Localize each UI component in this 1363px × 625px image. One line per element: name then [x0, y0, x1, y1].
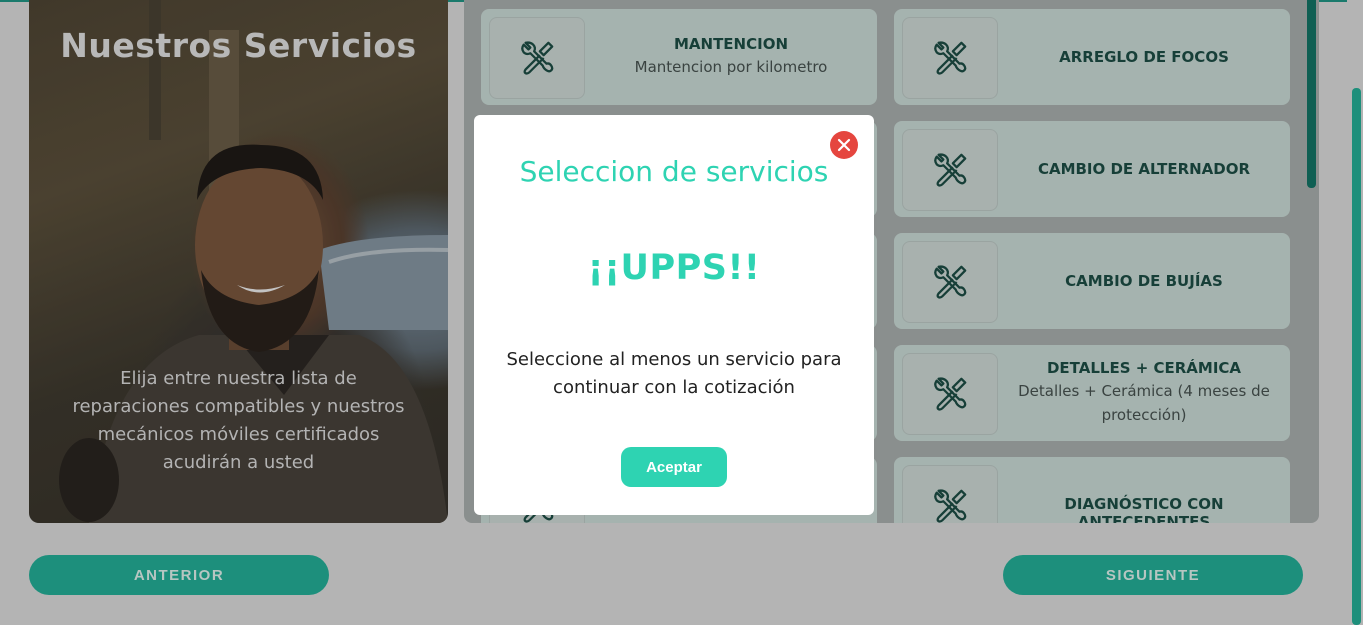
previous-button[interactable]: ANTERIOR — [29, 555, 329, 595]
service-icon-box — [902, 17, 998, 99]
service-name: MANTENCION — [673, 35, 789, 53]
accept-button[interactable]: Aceptar — [621, 447, 727, 487]
wrench-screwdriver-icon — [934, 41, 967, 75]
service-description: Mantencion por kilometro — [634, 58, 828, 76]
service-text: CAMBIO DE ALTERNADOR — [998, 121, 1290, 217]
service-text: CAMBIO DE BUJÍAS — [998, 233, 1290, 329]
service-text: MANTENCION Mantencion por kilometro — [585, 9, 877, 105]
service-text: ARREGLO DE FOCOS — [998, 9, 1290, 105]
wrench-screwdriver-icon — [521, 41, 554, 75]
service-selection-modal: Seleccion de servicios ¡¡UPPS!! Seleccio… — [474, 115, 874, 515]
hero-panel: Nuestros Servicios Elija entre nuestra l… — [29, 0, 448, 523]
service-card-diagnostico[interactable]: DIAGNÓSTICO CON ANTECEDENTES — [894, 457, 1290, 523]
modal-oops-heading: ¡¡UPPS!! — [587, 248, 761, 288]
service-name: ARREGLO DE FOCOS — [1059, 48, 1229, 66]
page-scrollbar-thumb[interactable] — [1352, 88, 1361, 625]
modal-title: Seleccion de servicios — [519, 155, 829, 188]
wrench-screwdriver-icon — [934, 489, 967, 523]
modal-message: Seleccione al menos un servicio para con… — [506, 349, 842, 398]
service-card-cambio-de-bujias[interactable]: CAMBIO DE BUJÍAS — [894, 233, 1290, 329]
wrench-screwdriver-icon — [934, 377, 967, 411]
service-card-mantencion[interactable]: MANTENCION Mantencion por kilometro — [481, 9, 877, 105]
wrench-screwdriver-icon — [934, 265, 967, 299]
service-card-detalles-ceramica[interactable]: DETALLES + CERÁMICA Detalles + Cerámica … — [894, 345, 1290, 441]
services-scrollbar-thumb[interactable] — [1307, 0, 1316, 188]
service-text: DIAGNÓSTICO CON ANTECEDENTES — [998, 457, 1290, 523]
service-icon-box — [902, 129, 998, 211]
service-name: CAMBIO DE BUJÍAS — [1065, 272, 1223, 290]
service-icon-box — [489, 17, 585, 99]
wrench-screwdriver-icon — [934, 153, 967, 187]
service-icon-box — [902, 465, 998, 523]
service-card-arreglo-de-focos[interactable]: ARREGLO DE FOCOS — [894, 9, 1290, 105]
service-icon-box — [902, 353, 998, 435]
hero-title: Nuestros Servicios — [60, 26, 417, 65]
service-description: Detalles + Cerámica (4 meses de protecci… — [1018, 382, 1270, 424]
service-name: DIAGNÓSTICO CON ANTECEDENTES — [1064, 495, 1224, 523]
service-icon-box — [902, 241, 998, 323]
service-name: DETALLES + CERÁMICA — [1046, 359, 1242, 377]
next-button[interactable]: SIGUIENTE — [1003, 555, 1303, 595]
service-text: DETALLES + CERÁMICA Detalles + Cerámica … — [998, 345, 1290, 441]
service-name: CAMBIO DE ALTERNADOR — [1037, 160, 1251, 178]
hero-description: Elija entre nuestra lista de reparacione… — [72, 368, 405, 473]
service-card-cambio-de-alternador[interactable]: CAMBIO DE ALTERNADOR — [894, 121, 1290, 217]
